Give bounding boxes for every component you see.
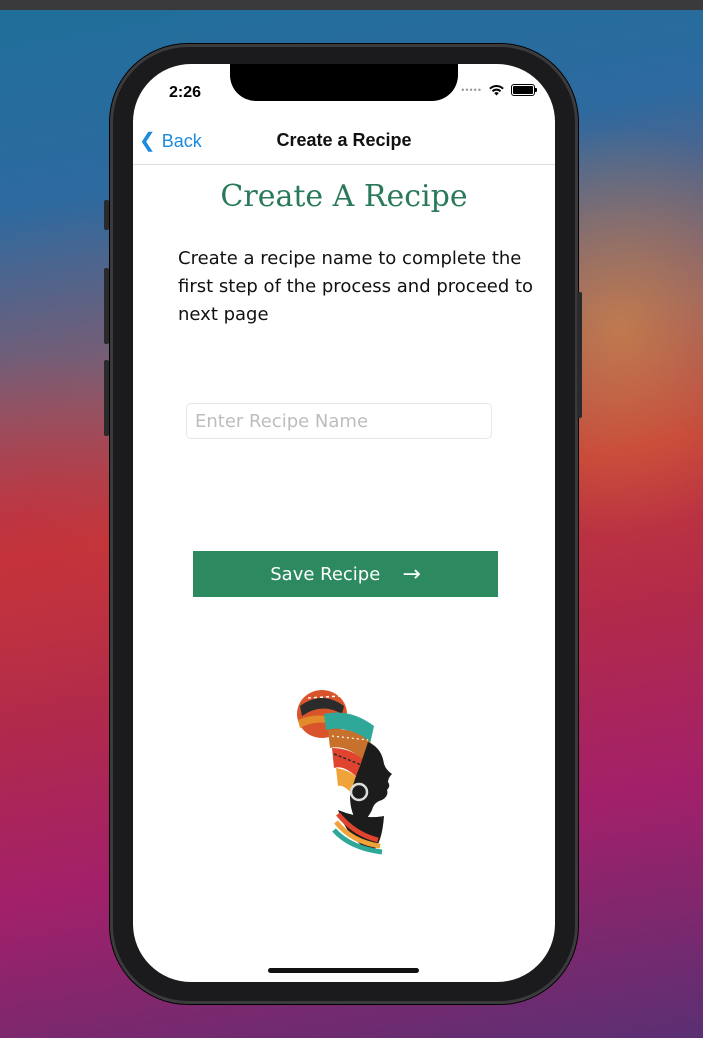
status-icons: •••••	[461, 84, 537, 96]
page-heading: Create A Recipe	[220, 179, 468, 214]
notch	[230, 64, 458, 101]
save-recipe-label: Save Recipe	[270, 563, 381, 585]
phone-screen: 2:26 ••••• ❮ Back Create a Recipe Create…	[133, 64, 555, 982]
mute-switch	[104, 200, 109, 230]
volume-up-button	[104, 268, 109, 344]
instructions-text: Create a recipe name to complete the fir…	[178, 248, 534, 325]
home-indicator[interactable]	[268, 968, 419, 973]
status-time: 2:26	[169, 84, 202, 101]
recipe-name-input[interactable]	[186, 403, 492, 439]
save-recipe-button[interactable]: Save Recipe →	[193, 551, 498, 597]
nav-title: Create a Recipe	[276, 130, 412, 150]
volume-down-button	[104, 360, 109, 436]
signal-dots-icon: •••••	[461, 85, 482, 95]
arrow-right-icon: →	[402, 561, 421, 587]
navigation-bar: ❮ Back Create a Recipe	[133, 122, 555, 165]
african-woman-illustration	[297, 690, 392, 855]
battery-icon	[511, 84, 537, 96]
wifi-icon	[489, 85, 504, 96]
power-button	[577, 292, 582, 418]
